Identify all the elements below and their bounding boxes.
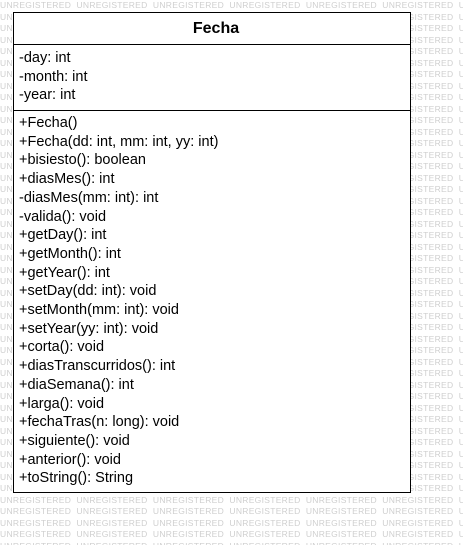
watermark-row: UNREGISTERED UNREGISTERED UNREGISTERED U… [0, 529, 463, 539]
operation-get-year: +getYear(): int [19, 264, 110, 281]
operation-fecha-tras: +fechaTras(n: long): void [19, 414, 180, 431]
operation-anterior: +anterior(): void [19, 451, 121, 468]
operation-set-year: +setYear(yy: int): void [19, 320, 159, 337]
watermark-row: UNREGISTERED UNREGISTERED UNREGISTERED U… [0, 506, 463, 516]
watermark-row: UNREGISTERED UNREGISTERED UNREGISTERED U… [0, 541, 463, 545]
class-name-compartment: Fecha [14, 13, 410, 45]
operation-get-day: +getDay(): int [19, 227, 107, 244]
operation-fecha-constructor: +Fecha() [19, 115, 78, 131]
operations-compartment: +Fecha() +Fecha(dd: int, mm: int, yy: in… [14, 111, 410, 488]
operation-dias-mes: +diasMes(): int [19, 171, 115, 188]
operation-get-month: +getMonth(): int [19, 245, 121, 262]
operation-bisiesto: +bisiesto(): boolean [19, 152, 146, 169]
attribute-day: -day: int [19, 50, 71, 66]
class-name: Fecha [192, 19, 240, 37]
operation-corta: +corta(): void [19, 339, 105, 356]
operation-dia-semana: +diaSemana(): int [19, 376, 134, 393]
attributes-compartment: -day: int -month: int -year: int [14, 45, 410, 111]
watermark-row: UNREGISTERED UNREGISTERED UNREGISTERED U… [0, 0, 463, 10]
attribute-month: -month: int [19, 68, 88, 85]
operation-dias-mes-private: -diasMes(mm: int): int [19, 189, 159, 206]
watermark-row: UNREGISTERED UNREGISTERED UNREGISTERED U… [0, 517, 463, 528]
operation-siguiente: +siguiente(): void [19, 432, 130, 449]
operation-fecha-constructor-params: +Fecha(dd: int, mm: int, yy: int) [19, 133, 219, 150]
operation-dias-transcurridos: +diasTranscurridos(): int [19, 358, 176, 375]
operation-set-day: +setDay(dd: int): void [19, 283, 157, 300]
attribute-year: -year: int [19, 87, 76, 104]
operation-to-string: +toString(): String [19, 470, 134, 487]
watermark-row: UNREGISTERED UNREGISTERED UNREGISTERED U… [0, 494, 463, 505]
operation-valida: -valida(): void [19, 208, 107, 225]
operation-larga: +larga(): void [19, 395, 105, 412]
uml-class-box[interactable]: Fecha -day: int -month: int -year: int +… [13, 12, 411, 493]
operation-set-month: +setMonth(mm: int): void [19, 302, 179, 319]
